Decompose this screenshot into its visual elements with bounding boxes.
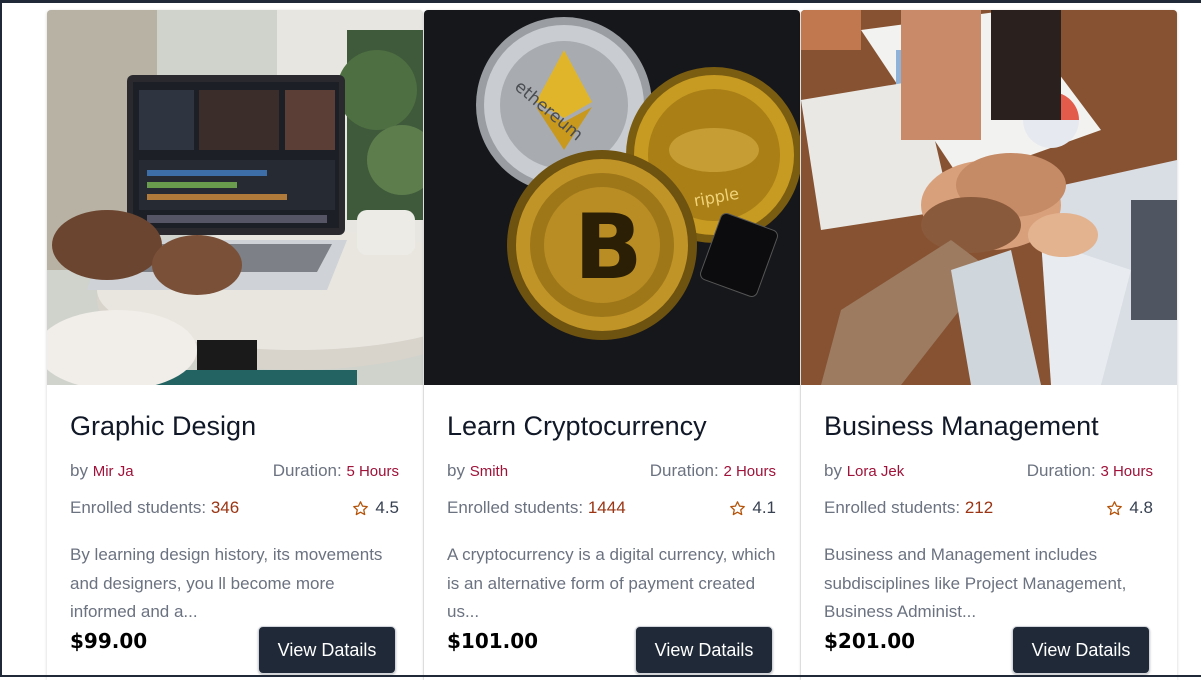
view-details-button[interactable]: View Datails (635, 626, 773, 674)
view-details-button[interactable]: View Datails (1012, 626, 1150, 674)
author-name[interactable]: Mir Ja (93, 463, 134, 480)
enrolled-label: Enrolled students: (70, 498, 207, 517)
rating: 4.1 (729, 498, 776, 518)
course-stats-row: Enrolled students: 1444 4.1 (447, 498, 776, 518)
enrolled-count: 346 (210, 498, 240, 517)
course-meta-row: by Smith Duration: 2 Hours (447, 461, 776, 481)
rating-value: 4.5 (375, 498, 399, 517)
enrolled-info: Enrolled students: 1444 (447, 498, 626, 518)
rating: 4.5 (352, 498, 399, 518)
enrolled-count: 1444 (587, 498, 626, 517)
course-description: By learning design history, its movement… (70, 545, 383, 621)
author-name[interactable]: Smith (470, 463, 508, 480)
star-outline-icon (353, 500, 369, 515)
rating-value: 4.1 (752, 498, 776, 517)
by-label: by (447, 461, 465, 480)
enrolled-count: 212 (964, 498, 994, 517)
course-price: $101.00 (447, 629, 539, 653)
by-label: by (824, 461, 842, 480)
course-card[interactable]: ethereum ripple B Learn Cryptocurrency b… (424, 10, 800, 680)
top-border (0, 0, 1201, 3)
enrolled-info: Enrolled students: 346 (70, 498, 239, 518)
course-meta-row: by Lora Jek Duration: 3 Hours (824, 461, 1153, 481)
course-title[interactable]: Business Management (824, 411, 1099, 442)
star-outline-icon (730, 500, 746, 515)
course-description: A cryptocurrency is a digital currency, … (447, 545, 776, 621)
duration-label: Duration: (1026, 461, 1096, 480)
author-name[interactable]: Lora Jek (847, 463, 905, 480)
view-details-button[interactable]: View Datails (258, 626, 396, 674)
author-info: by Mir Ja (70, 461, 134, 481)
course-price: $99.00 (70, 629, 148, 653)
enrolled-label: Enrolled students: (447, 498, 584, 517)
course-image-cryptocurrency[interactable]: ethereum ripple B (424, 10, 800, 385)
course-description: Business and Management includes subdisc… (824, 545, 1127, 621)
duration-value: 5 Hours (346, 463, 399, 480)
duration-value: 3 Hours (1100, 463, 1153, 480)
course-image-business-management[interactable] (801, 10, 1177, 385)
author-info: by Smith (447, 461, 508, 481)
rating-value: 4.8 (1129, 498, 1153, 517)
course-image-graphic-design[interactable] (47, 10, 423, 385)
duration-value: 2 Hours (723, 463, 776, 480)
course-title[interactable]: Learn Cryptocurrency (447, 411, 707, 442)
duration-info: Duration: 3 Hours (1027, 461, 1153, 481)
duration-info: Duration: 2 Hours (650, 461, 776, 481)
duration-info: Duration: 5 Hours (273, 461, 399, 481)
enrolled-info: Enrolled students: 212 (824, 498, 993, 518)
course-card[interactable]: Business Management by Lora Jek Duration… (801, 10, 1177, 680)
course-title[interactable]: Graphic Design (70, 411, 256, 442)
left-border (0, 0, 2, 677)
course-meta-row: by Mir Ja Duration: 5 Hours (70, 461, 399, 481)
course-stats-row: Enrolled students: 212 4.8 (824, 498, 1153, 518)
rating: 4.8 (1106, 498, 1153, 518)
author-info: by Lora Jek (824, 461, 904, 481)
by-label: by (70, 461, 88, 480)
svg-text:B: B (574, 195, 643, 300)
course-card[interactable]: Graphic Design by Mir Ja Duration: 5 Hou… (47, 10, 423, 680)
enrolled-label: Enrolled students: (824, 498, 961, 517)
duration-label: Duration: (272, 461, 342, 480)
course-price: $201.00 (824, 629, 916, 653)
star-outline-icon (1107, 500, 1123, 515)
duration-label: Duration: (649, 461, 719, 480)
course-stats-row: Enrolled students: 346 4.5 (70, 498, 399, 518)
course-card-grid: Graphic Design by Mir Ja Duration: 5 Hou… (47, 10, 1177, 680)
